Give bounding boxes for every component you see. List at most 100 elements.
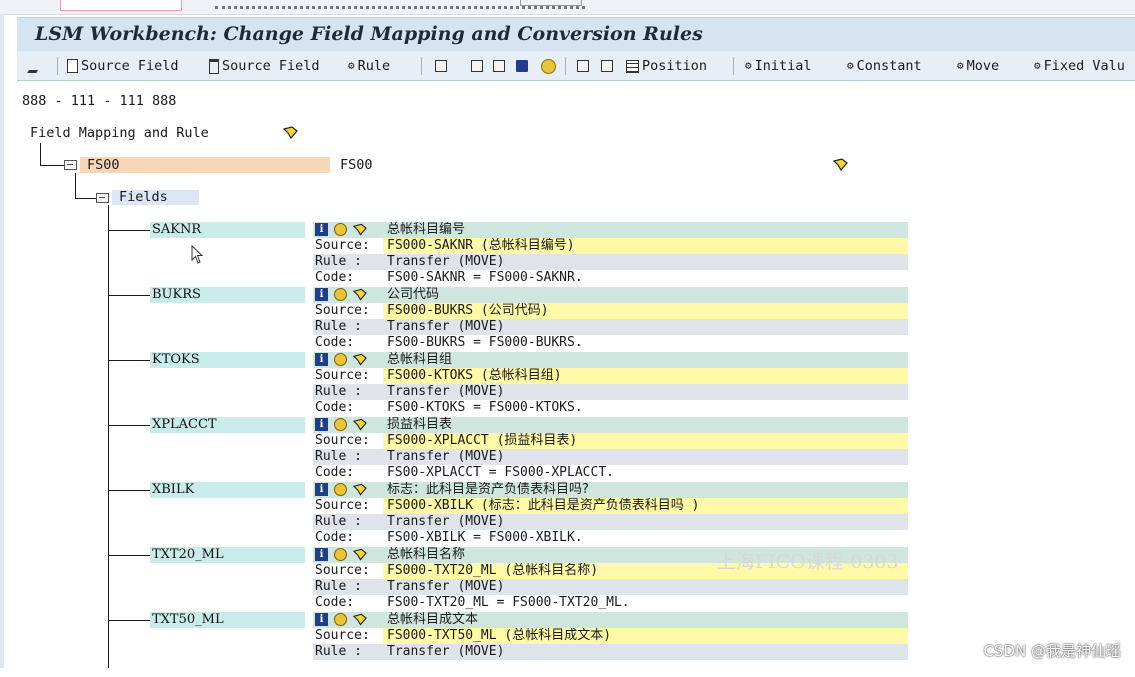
field-description: 标志：此科目是资产负债表科目吗? — [387, 482, 589, 497]
info-icon[interactable]: i — [315, 548, 328, 561]
trash-icon — [209, 58, 219, 74]
field-name[interactable]: SAKNR — [152, 222, 201, 238]
source-value[interactable]: FS000-BUKRS (公司代码) — [383, 303, 908, 319]
fields-node[interactable]: Fields — [119, 189, 168, 205]
delete-source-field-button[interactable]: Source Field — [209, 56, 320, 76]
rule-value[interactable]: Transfer (MOVE) — [387, 319, 504, 335]
toolbar-separator — [57, 57, 58, 75]
source-value[interactable]: FS000-SAKNR (总帐科目编号) — [383, 238, 908, 254]
rule-value[interactable]: Transfer (MOVE) — [387, 514, 504, 530]
field-node: XPLACCT i 损益科目表 Source: FS000-XPLACCT (损益科目表… — [0, 417, 1135, 482]
source-value[interactable]: FS000-XPLACCT (损益科目表) — [383, 433, 908, 449]
fixed-value-button[interactable]: ⚙ Fixed Valu — [1034, 56, 1125, 76]
info-icon[interactable]: i — [315, 613, 328, 626]
field-description-row: i 总帐科目编号 — [313, 222, 908, 238]
note-icon[interactable] — [353, 288, 367, 301]
rule-value[interactable]: Transfer (MOVE) — [387, 644, 504, 660]
rule-icon: ⚙ — [847, 59, 854, 72]
help-icon[interactable] — [334, 223, 347, 236]
code-value[interactable]: FS00-XBILK = FS000-XBILK. — [387, 530, 583, 546]
window-title: LSM Workbench: Change Field Mapping and … — [35, 23, 703, 45]
rule-label: Rule : — [315, 449, 362, 464]
field-description: 损益科目表 — [387, 417, 453, 432]
source-label: Source: — [315, 433, 370, 448]
note-icon[interactable] — [353, 613, 367, 626]
info-icon[interactable]: i — [315, 418, 328, 431]
note-icon[interactable] — [353, 223, 367, 236]
watermark-text: 上海FICO课程-0303 — [717, 551, 899, 573]
code-label: Code: — [315, 400, 355, 415]
system-toolbar-button[interactable] — [520, 0, 582, 6]
source-label: Source: — [315, 368, 370, 383]
field-name[interactable]: KTOKS — [152, 352, 200, 368]
rule-value[interactable]: Transfer (MOVE) — [387, 449, 504, 465]
code-value[interactable]: FS00-XPLACCT = FS000-XPLACCT. — [387, 465, 614, 481]
source-value[interactable]: FS000-XBILK (标志：此科目是资产负债表科目吗 ) — [383, 498, 908, 514]
note-icon[interactable] — [353, 353, 367, 366]
rule-value[interactable]: Transfer (MOVE) — [387, 579, 504, 595]
rule-label: Rule : — [315, 644, 362, 659]
note-icon[interactable] — [833, 158, 848, 171]
code-row: Code: FS00-TXT20_ML = FS000-TXT20_ML. — [313, 595, 908, 611]
code-row: Code: FS00-KTOKS = FS000-KTOKS. — [313, 400, 908, 416]
source-value[interactable]: FS000-TXT50_ML (总帐科目成文本) — [383, 628, 908, 644]
folder-icon[interactable] — [64, 160, 77, 170]
change-button[interactable] — [435, 56, 450, 76]
field-name[interactable]: TXT20_ML — [152, 547, 224, 563]
field-description: 总帐科目组 — [387, 352, 453, 367]
code-value[interactable]: FS00-SAKNR = FS000-SAKNR. — [387, 270, 583, 286]
folder-icon[interactable] — [96, 193, 109, 203]
field-node: BUKRS i 公司代码 Source: FS000-BUKRS (公司代码) Rule … — [0, 287, 1135, 352]
tree-branch-line — [108, 295, 150, 296]
rule-value[interactable]: Transfer (MOVE) — [387, 254, 504, 270]
note-icon[interactable] — [353, 418, 367, 431]
copy-button[interactable] — [493, 56, 508, 76]
constant-button[interactable]: ⚙ Constant — [847, 56, 922, 76]
initial-label: Initial — [754, 58, 812, 74]
field-name[interactable]: BUKRS — [152, 287, 201, 303]
info-icon[interactable]: i — [315, 483, 328, 496]
create-source-field-button[interactable]: Source Field — [67, 56, 179, 76]
info-button[interactable] — [516, 56, 531, 76]
code-value[interactable]: FS00-KTOKS = FS000-KTOKS. — [387, 400, 583, 416]
tree-branch-line — [108, 360, 150, 361]
rule-button[interactable]: ⚙ Rule — [348, 56, 390, 76]
help-icon[interactable] — [334, 613, 347, 626]
initial-button[interactable]: ⚙ Initial — [745, 56, 812, 76]
expand-button[interactable] — [577, 56, 592, 76]
field-name[interactable]: XBILK — [152, 482, 194, 498]
collapse-button[interactable] — [601, 56, 616, 76]
move-button[interactable]: ⚙ Move — [957, 56, 999, 76]
note-icon[interactable] — [353, 483, 367, 496]
note-icon[interactable] — [283, 126, 298, 139]
help-icon[interactable] — [334, 483, 347, 496]
hierarchy-button[interactable] — [471, 56, 486, 76]
command-field[interactable] — [60, 0, 182, 11]
position-button[interactable]: Position — [626, 56, 707, 76]
source-value[interactable]: FS000-KTOKS (总帐科目组) — [383, 368, 908, 384]
code-label: Code: — [315, 270, 355, 285]
help-icon[interactable] — [334, 288, 347, 301]
tree-branch-line — [108, 620, 150, 621]
rule-value[interactable]: Transfer (MOVE) — [387, 384, 504, 400]
field-name[interactable]: XPLACCT — [152, 417, 217, 433]
code-value[interactable]: FS00-BUKRS = FS000-BUKRS. — [387, 335, 583, 351]
code-value[interactable]: FS00-TXT20_ML = FS000-TXT20_ML. — [387, 595, 630, 611]
field-description: 公司代码 — [387, 287, 440, 302]
field-name[interactable]: TXT50_ML — [152, 612, 224, 628]
help-icon[interactable] — [334, 353, 347, 366]
info-icon[interactable]: i — [315, 353, 328, 366]
rule-label: Rule : — [315, 319, 362, 334]
field-node: TXT50_ML i 总帐科目成文本 Source: FS000-TXT50_ML (总… — [0, 612, 1135, 677]
rule-row: Rule : Transfer (MOVE) — [313, 319, 908, 335]
info-icon[interactable]: i — [315, 223, 328, 236]
object-name[interactable]: FS00 — [87, 157, 120, 173]
help-button[interactable] — [541, 56, 559, 76]
help-icon[interactable] — [334, 418, 347, 431]
top-strip — [0, 0, 1135, 15]
info-icon[interactable]: i — [315, 288, 328, 301]
edit-pencil-button[interactable] — [27, 56, 44, 76]
move-label: Move — [966, 58, 1000, 74]
note-icon[interactable] — [353, 548, 367, 561]
help-icon[interactable] — [334, 548, 347, 561]
